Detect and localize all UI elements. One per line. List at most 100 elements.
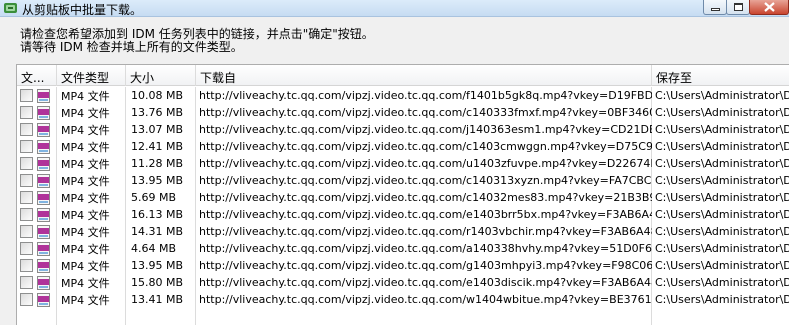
table-row[interactable]: MP4 文件 5.69 MB http://vliveachy.tc.qq.co… — [17, 189, 789, 206]
list-header: 文... 文件类型 大小 下载自 保存至 — [17, 65, 789, 86]
size-cell: 10.08 MB — [131, 89, 184, 102]
select-cell — [17, 223, 57, 240]
minimize-button[interactable] — [703, 0, 727, 15]
save-path-cell: C:\Users\Administrator\Dow — [655, 140, 789, 153]
title-bar: 从剪贴板中批量下载。 — [0, 0, 789, 17]
mp4-file-icon — [37, 105, 50, 120]
row-checkbox[interactable] — [20, 89, 33, 102]
file-type-cell: MP4 文件 — [61, 123, 110, 137]
maximize-icon — [733, 3, 743, 11]
select-cell — [17, 291, 57, 308]
row-checkbox[interactable] — [20, 225, 33, 238]
minimize-icon — [710, 8, 720, 11]
column-header-file-type[interactable]: 文件类型 — [57, 65, 126, 86]
save-path-cell: C:\Users\Administrator\Dow — [655, 293, 789, 306]
file-type-cell: MP4 文件 — [61, 276, 110, 290]
row-checkbox[interactable] — [20, 191, 33, 204]
table-row[interactable]: MP4 文件 13.95 MB http://vliveachy.tc.qq.c… — [17, 172, 789, 189]
table-row[interactable]: MP4 文件 13.41 MB http://vliveachy.tc.qq.c… — [17, 291, 789, 308]
table-row[interactable]: MP4 文件 13.76 MB http://vliveachy.tc.qq.c… — [17, 104, 789, 121]
size-cell: 13.95 MB — [131, 174, 184, 187]
mp4-file-icon — [37, 241, 50, 256]
table-row[interactable]: MP4 文件 13.07 MB http://vliveachy.tc.qq.c… — [17, 121, 789, 138]
list-body: MP4 文件 10.08 MB http://vliveachy.tc.qq.c… — [17, 87, 789, 308]
select-cell — [17, 206, 57, 223]
file-type-cell: MP4 文件 — [61, 174, 110, 188]
table-row[interactable]: MP4 文件 10.08 MB http://vliveachy.tc.qq.c… — [17, 87, 789, 104]
size-cell: 16.13 MB — [131, 208, 184, 221]
table-row[interactable]: MP4 文件 15.80 MB http://vliveachy.tc.qq.c… — [17, 274, 789, 291]
select-cell — [17, 172, 57, 189]
mp4-file-icon — [37, 139, 50, 154]
mp4-file-icon — [37, 173, 50, 188]
mp4-file-icon — [37, 258, 50, 273]
row-checkbox[interactable] — [20, 106, 33, 119]
select-cell — [17, 138, 57, 155]
source-url-cell: http://vliveachy.tc.qq.com/vipzj.video.t… — [199, 276, 652, 289]
source-url-cell: http://vliveachy.tc.qq.com/vipzj.video.t… — [199, 174, 652, 187]
file-type-cell: MP4 文件 — [61, 157, 110, 171]
save-path-cell: C:\Users\Administrator\Dow — [655, 225, 789, 238]
mp4-file-icon — [37, 292, 50, 307]
select-cell — [17, 155, 57, 172]
save-path-cell: C:\Users\Administrator\Dow — [655, 174, 789, 187]
select-cell — [17, 121, 57, 138]
table-row[interactable]: MP4 文件 12.41 MB http://vliveachy.tc.qq.c… — [17, 138, 789, 155]
row-checkbox[interactable] — [20, 208, 33, 221]
select-cell — [17, 87, 57, 104]
row-checkbox[interactable] — [20, 276, 33, 289]
mp4-file-icon — [37, 156, 50, 171]
size-cell: 5.69 MB — [131, 191, 177, 204]
app-icon — [4, 3, 17, 13]
file-type-cell: MP4 文件 — [61, 208, 110, 222]
column-header-source-url[interactable]: 下载自 — [196, 65, 652, 86]
row-checkbox[interactable] — [20, 242, 33, 255]
source-url-cell: http://vliveachy.tc.qq.com/vipzj.video.t… — [199, 106, 652, 119]
save-path-cell: C:\Users\Administrator\Dow — [655, 106, 789, 119]
file-type-cell: MP4 文件 — [61, 242, 110, 256]
file-type-cell: MP4 文件 — [61, 225, 110, 239]
source-url-cell: http://vliveachy.tc.qq.com/vipzj.video.t… — [199, 191, 652, 204]
row-checkbox[interactable] — [20, 293, 33, 306]
source-url-cell: http://vliveachy.tc.qq.com/vipzj.video.t… — [199, 293, 652, 306]
size-cell: 12.41 MB — [131, 140, 184, 153]
source-url-cell: http://vliveachy.tc.qq.com/vipzj.video.t… — [199, 89, 652, 102]
file-type-cell: MP4 文件 — [61, 293, 110, 307]
download-list[interactable]: 文... 文件类型 大小 下载自 保存至 MP4 文件 10.08 MB htt… — [16, 64, 789, 325]
save-path-cell: C:\Users\Administrator\Dow — [655, 157, 789, 170]
size-cell: 15.80 MB — [131, 276, 184, 289]
row-checkbox[interactable] — [20, 174, 33, 187]
window-title: 从剪贴板中批量下载。 — [22, 3, 143, 17]
file-type-cell: MP4 文件 — [61, 191, 110, 205]
column-header-save-to[interactable]: 保存至 — [652, 65, 789, 86]
save-path-cell: C:\Users\Administrator\Dow — [655, 208, 789, 221]
source-url-cell: http://vliveachy.tc.qq.com/vipzj.video.t… — [199, 123, 652, 136]
save-path-cell: C:\Users\Administrator\Dow — [655, 123, 789, 136]
select-cell — [17, 104, 57, 121]
size-cell: 13.07 MB — [131, 123, 184, 136]
maximize-button[interactable] — [726, 0, 750, 15]
table-row[interactable]: MP4 文件 4.64 MB http://vliveachy.tc.qq.co… — [17, 240, 789, 257]
size-cell: 13.76 MB — [131, 106, 184, 119]
source-url-cell: http://vliveachy.tc.qq.com/vipzj.video.t… — [199, 140, 652, 153]
size-cell: 11.28 MB — [131, 157, 184, 170]
row-checkbox[interactable] — [20, 123, 33, 136]
row-checkbox[interactable] — [20, 259, 33, 272]
close-button[interactable] — [749, 0, 789, 15]
mp4-file-icon — [37, 224, 50, 239]
size-cell: 4.64 MB — [131, 242, 177, 255]
file-type-cell: MP4 文件 — [61, 259, 110, 273]
table-row[interactable]: MP4 文件 11.28 MB http://vliveachy.tc.qq.c… — [17, 155, 789, 172]
close-icon — [763, 2, 775, 12]
select-cell — [17, 257, 57, 274]
table-row[interactable]: MP4 文件 13.95 MB http://vliveachy.tc.qq.c… — [17, 257, 789, 274]
row-checkbox[interactable] — [20, 157, 33, 170]
column-header-size[interactable]: 大小 — [126, 65, 196, 86]
source-url-cell: http://vliveachy.tc.qq.com/vipzj.video.t… — [199, 242, 652, 255]
table-row[interactable]: MP4 文件 14.31 MB http://vliveachy.tc.qq.c… — [17, 223, 789, 240]
table-row[interactable]: MP4 文件 16.13 MB http://vliveachy.tc.qq.c… — [17, 206, 789, 223]
row-checkbox[interactable] — [20, 140, 33, 153]
instructions: 请检查您希望添加到 IDM 任务列表中的链接，并点击"确定"按钮。 请等待 ID… — [20, 28, 374, 54]
column-header-select[interactable]: 文... — [17, 65, 57, 86]
size-cell: 14.31 MB — [131, 225, 184, 238]
